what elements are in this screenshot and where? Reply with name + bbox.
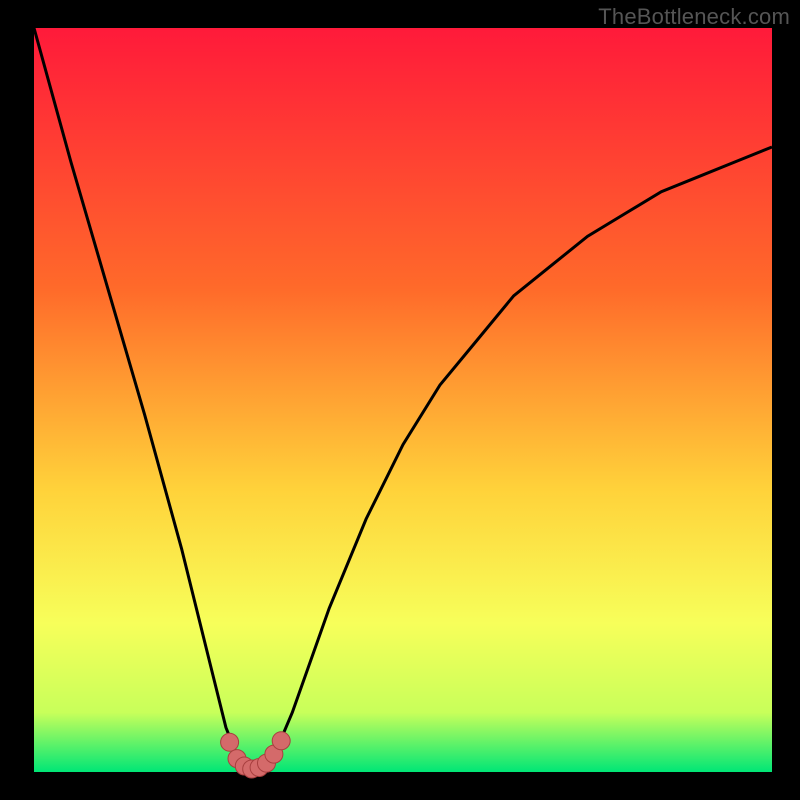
chart-frame: TheBottleneck.com: [0, 0, 800, 800]
marker-dot: [272, 732, 290, 750]
watermark-text: TheBottleneck.com: [598, 4, 790, 30]
plot-area: [34, 28, 772, 772]
marker-dot: [221, 733, 239, 751]
bottleneck-chart: [0, 0, 800, 800]
